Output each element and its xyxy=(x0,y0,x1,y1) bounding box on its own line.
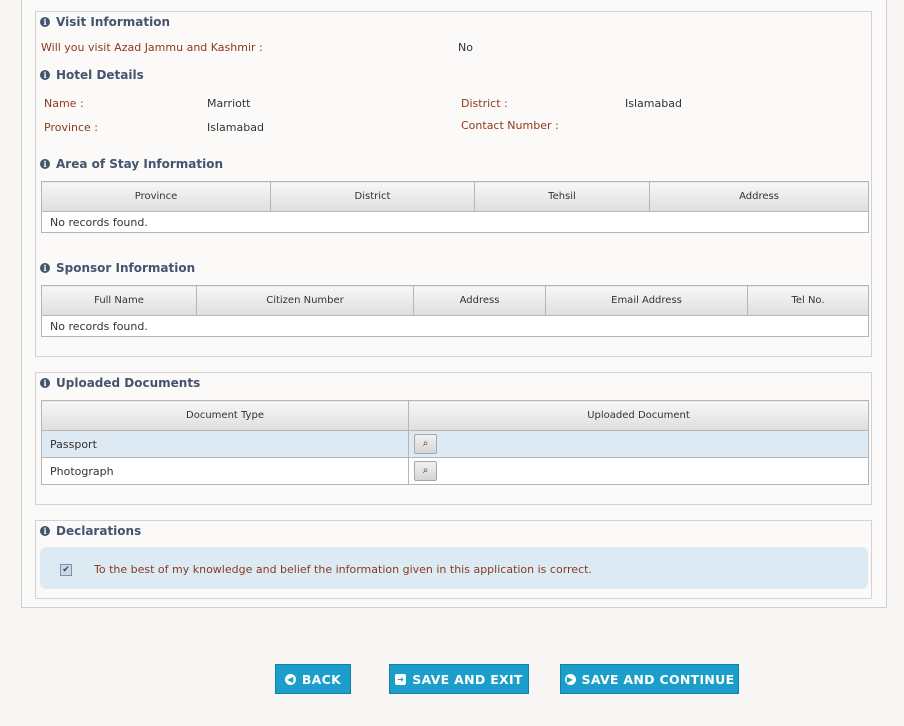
table-header-row: Province District Tehsil Address xyxy=(41,181,869,212)
column-header[interactable]: Email Address xyxy=(545,285,748,316)
info-icon: i xyxy=(40,263,50,273)
hotel-name-label: Name : xyxy=(44,97,84,110)
column-header[interactable]: Province xyxy=(41,181,271,212)
table-header-row: Document Type Uploaded Document xyxy=(41,400,869,431)
column-header: Uploaded Document xyxy=(408,400,869,431)
table-header-row: Full Name Citizen Number Address Email A… xyxy=(41,285,869,316)
save-and-continue-button[interactable]: ▶ SAVE AND CONTINUE xyxy=(560,664,739,694)
sponsor-info-title: Sponsor Information xyxy=(56,261,196,275)
hotel-name-value: Marriott xyxy=(207,97,251,110)
document-type: Passport xyxy=(41,430,409,458)
area-of-stay-heading: i Area of Stay Information xyxy=(40,157,223,171)
document-cell: ⌕ xyxy=(408,430,869,458)
documents-table: Document Type Uploaded Document Passport… xyxy=(41,400,869,485)
column-header[interactable]: District xyxy=(270,181,475,212)
info-icon: i xyxy=(40,159,50,169)
column-header: Document Type xyxy=(41,400,409,431)
column-header[interactable]: Full Name xyxy=(41,285,197,316)
uploaded-documents-heading: i Uploaded Documents xyxy=(40,376,200,390)
visit-info-title: Visit Information xyxy=(56,15,170,29)
uploaded-documents-title: Uploaded Documents xyxy=(56,376,201,390)
arrow-right-circle-icon: ▶ xyxy=(564,673,576,685)
back-button-label: BACK xyxy=(301,671,342,687)
visit-info-heading: i Visit Information xyxy=(40,15,170,29)
back-button[interactable]: ◀ BACK xyxy=(275,664,351,694)
column-header[interactable]: Tel No. xyxy=(747,285,869,316)
sponsor-info-heading: i Sponsor Information xyxy=(40,261,195,275)
info-icon: i xyxy=(40,526,50,536)
table-row: Photograph ⌕ xyxy=(41,457,869,485)
declaration-text: To the best of my knowledge and belief t… xyxy=(94,563,592,576)
hotel-district-value: Islamabad xyxy=(625,97,682,110)
view-document-button[interactable]: ⌕ xyxy=(414,434,437,454)
save-and-exit-button[interactable]: ➜ SAVE AND EXIT xyxy=(389,664,529,694)
column-header[interactable]: Address xyxy=(413,285,546,316)
declaration-box: ✔ To the best of my knowledge and belief… xyxy=(40,547,868,589)
hotel-contact-label: Contact Number : xyxy=(461,119,559,132)
sponsor-table: Full Name Citizen Number Address Email A… xyxy=(41,285,869,337)
area-of-stay-title: Area of Stay Information xyxy=(56,157,223,171)
sign-out-icon: ➜ xyxy=(395,673,407,685)
table-row: Passport ⌕ xyxy=(41,430,869,458)
column-header[interactable]: Tehsil xyxy=(474,181,650,212)
hotel-province-label: Province : xyxy=(44,121,99,134)
ajk-visit-value: No xyxy=(458,41,473,54)
save-and-exit-label: SAVE AND EXIT xyxy=(412,671,523,687)
hotel-details-heading: i Hotel Details xyxy=(40,68,144,82)
document-cell: ⌕ xyxy=(408,457,869,485)
arrow-left-circle-icon: ◀ xyxy=(284,673,296,685)
column-header[interactable]: Citizen Number xyxy=(196,285,414,316)
info-icon: i xyxy=(40,17,50,27)
table-row: No records found. xyxy=(42,212,869,233)
empty-message: No records found. xyxy=(50,215,148,229)
ajk-visit-label: Will you visit Azad Jammu and Kashmir : xyxy=(41,41,263,54)
column-header[interactable]: Address xyxy=(649,181,869,212)
hotel-province-value: Islamabad xyxy=(207,121,264,134)
info-icon: i xyxy=(40,70,50,80)
magnifier-icon: ⌕ xyxy=(422,438,429,449)
check-icon: ✔ xyxy=(62,565,70,575)
declarations-heading: i Declarations xyxy=(40,524,141,538)
magnifier-icon: ⌕ xyxy=(422,465,429,476)
declarations-title: Declarations xyxy=(56,524,142,538)
view-document-button[interactable]: ⌕ xyxy=(414,461,437,481)
declaration-checkbox[interactable]: ✔ xyxy=(60,564,72,576)
document-type: Photograph xyxy=(41,457,409,485)
save-and-continue-label: SAVE AND CONTINUE xyxy=(581,671,735,687)
info-icon: i xyxy=(40,378,50,388)
hotel-details-title: Hotel Details xyxy=(56,68,144,82)
empty-message: No records found. xyxy=(50,319,148,333)
area-of-stay-table: Province District Tehsil Address No reco… xyxy=(41,181,869,233)
hotel-district-label: District : xyxy=(461,97,508,110)
table-row: No records found. xyxy=(42,316,869,337)
